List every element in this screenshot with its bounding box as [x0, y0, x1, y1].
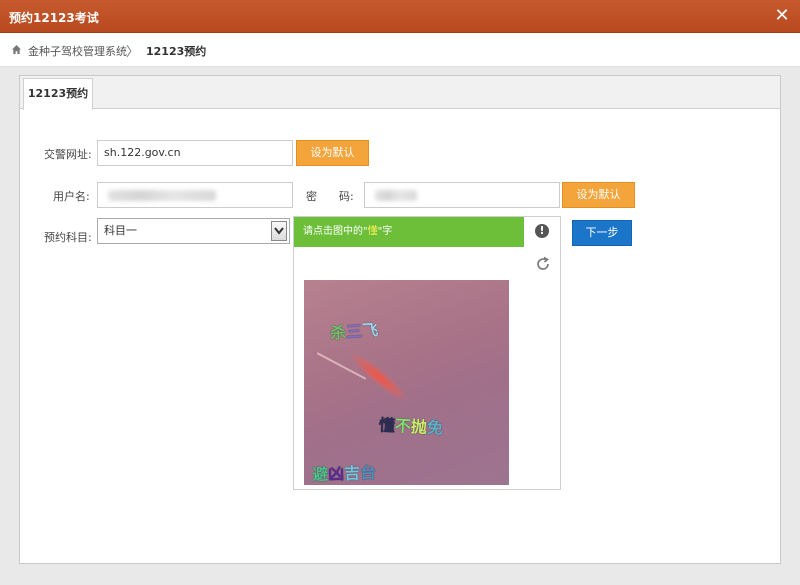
breadcrumb: 金种子驾校管理系统 〉 12123预约: [0, 33, 800, 67]
window-title: 预约12123考试: [9, 11, 99, 25]
captcha-glow: [347, 349, 411, 405]
captcha-char[interactable]: 不: [394, 416, 411, 436]
captcha-word[interactable]: 杀三飞: [329, 316, 379, 343]
captcha-prompt: 请点击图中的"懂"字: [294, 217, 524, 247]
captcha-word[interactable]: 避凶吉台: [312, 459, 377, 485]
traffic-site-label: 交警网址:: [44, 148, 92, 161]
captcha-char[interactable]: 免: [426, 418, 443, 438]
captcha-char[interactable]: 杀: [330, 323, 347, 343]
subject-selected-value: 科目一: [104, 224, 137, 237]
password-input[interactable]: [364, 182, 560, 208]
blurred-password: [375, 190, 417, 201]
breadcrumb-item-system[interactable]: 金种子驾校管理系统: [28, 43, 127, 59]
captcha-widget: 请点击图中的"懂"字 ! 杀三飞 懂不抛免 避凶吉台: [293, 216, 561, 490]
captcha-char[interactable]: 避: [312, 465, 329, 485]
captcha-image[interactable]: 杀三飞 懂不抛免 避凶吉台: [304, 280, 509, 485]
captcha-char[interactable]: 凶: [328, 464, 345, 484]
next-step-button[interactable]: 下一步: [572, 220, 632, 246]
password-label: 密 码:: [306, 190, 354, 203]
captcha-char[interactable]: 懂: [378, 415, 395, 435]
set-default-account-button[interactable]: 设为默认: [562, 182, 635, 208]
home-icon[interactable]: [12, 45, 21, 54]
captcha-char[interactable]: 台: [360, 463, 377, 483]
traffic-site-input[interactable]: sh.122.gov.cn: [97, 140, 293, 166]
blurred-username: [108, 190, 216, 201]
captcha-word[interactable]: 懂不抛免: [378, 411, 443, 438]
captcha-char[interactable]: 抛: [410, 417, 427, 437]
captcha-char[interactable]: 三: [345, 321, 362, 341]
captcha-target-char: 懂: [367, 226, 378, 237]
set-default-site-button[interactable]: 设为默认: [296, 140, 369, 166]
chevron-down-icon[interactable]: [271, 221, 287, 241]
username-input[interactable]: [97, 182, 293, 208]
captcha-char[interactable]: 吉: [344, 463, 361, 483]
window-titlebar: 预约12123考试 ✕: [0, 0, 800, 33]
refresh-icon[interactable]: [535, 256, 551, 272]
subject-select[interactable]: 科目一: [97, 218, 290, 244]
chevron-right-icon: 〉: [126, 45, 140, 60]
username-label: 用户名:: [53, 190, 90, 203]
subject-label: 预约科目:: [44, 231, 92, 244]
info-icon[interactable]: !: [535, 224, 549, 238]
tab-bar: 12123预约: [20, 76, 780, 110]
captcha-char[interactable]: 飞: [361, 320, 378, 340]
breadcrumb-item-current: 12123预约: [146, 45, 207, 58]
tab-12123-booking[interactable]: 12123预约: [23, 78, 93, 110]
close-icon[interactable]: ✕: [772, 5, 792, 27]
